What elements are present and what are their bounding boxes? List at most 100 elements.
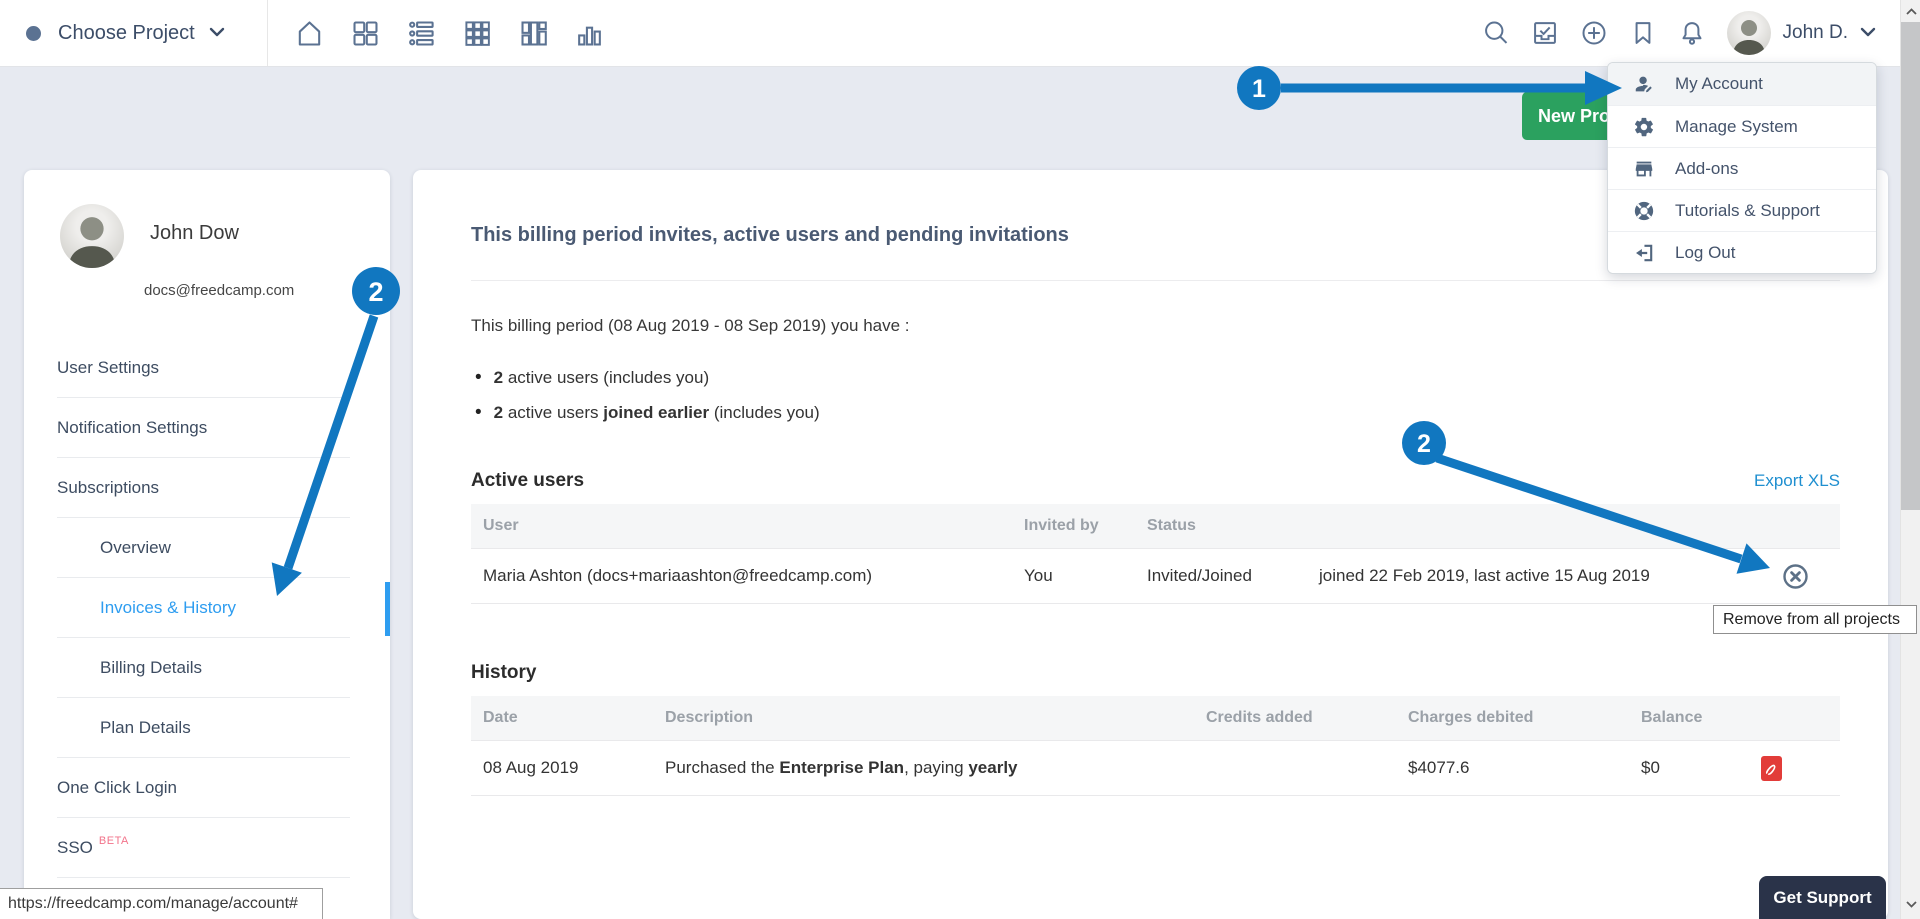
widget-board-icon[interactable] <box>518 18 549 49</box>
activity-cell: joined 22 Feb 2019, last active 15 Aug 2… <box>1319 566 1782 586</box>
column-header-charges: Charges debited <box>1408 709 1641 727</box>
active-users-table: User Invited by Status Maria Ashton (doc… <box>471 504 1840 604</box>
store-icon <box>1633 158 1655 180</box>
column-header-date: Date <box>471 709 665 727</box>
sidebar-item-notification-settings[interactable]: Notification Settings <box>24 398 390 458</box>
column-header-invited-by: Invited by <box>1024 517 1147 535</box>
account-sidebar: John Dow docs@freedcamp.com User Setting… <box>24 170 390 919</box>
project-status-dot-icon <box>26 26 41 41</box>
column-header-status: Status <box>1147 517 1319 535</box>
sidebar-item-invoices-history[interactable]: Invoices & History <box>24 578 390 638</box>
beta-badge: BETA <box>99 835 129 847</box>
bullet-joined-earlier: 2 active users joined earlier (includes … <box>475 395 1840 430</box>
bookmarks-icon[interactable] <box>1629 19 1657 47</box>
user-avatar[interactable] <box>1727 11 1771 55</box>
menu-item-my-account[interactable]: My Account <box>1608 63 1876 105</box>
sidebar-item-label: Notification Settings <box>57 418 207 438</box>
freedcamp-account-page: Choose Project <box>0 0 1920 919</box>
menu-item-add-ons[interactable]: Add-ons <box>1608 147 1876 189</box>
charges-cell: $4077.6 <box>1408 758 1641 778</box>
menu-item-label: Tutorials & Support <box>1675 201 1820 221</box>
sidebar-item-one-click-login[interactable]: One Click Login <box>24 758 390 818</box>
status-cell: Invited/Joined <box>1147 566 1319 586</box>
sidebar-item-label: Subscriptions <box>57 478 159 498</box>
menu-item-label: Log Out <box>1675 243 1736 263</box>
apps-grid-icon[interactable] <box>462 18 493 49</box>
menu-item-manage-system[interactable]: Manage System <box>1608 105 1876 147</box>
column-header-balance: Balance <box>1641 709 1751 727</box>
invited-by-cell: You <box>1024 566 1147 586</box>
chevron-down-icon[interactable] <box>209 24 225 42</box>
description-cell: Purchased the Enterprise Plan, paying ye… <box>665 758 1206 778</box>
bullet-active-users: 2 active users (includes you) <box>475 360 1840 395</box>
logout-icon <box>1633 242 1655 264</box>
column-header-user: User <box>471 517 1024 535</box>
chevron-down-icon[interactable] <box>1860 24 1876 42</box>
table-row: Maria Ashton (docs+mariaashton@freedcamp… <box>471 549 1840 604</box>
sidebar-item-label: Billing Details <box>100 658 202 678</box>
tasks-list-icon[interactable] <box>406 18 437 49</box>
date-cell: 08 Aug 2019 <box>471 758 665 778</box>
page-scrollbar[interactable] <box>1900 0 1920 919</box>
menu-item-tutorials-support[interactable]: Tutorials & Support <box>1608 189 1876 231</box>
sidebar-item-billing-details[interactable]: Billing Details <box>24 638 390 698</box>
sidebar-item-user-settings[interactable]: User Settings <box>24 338 390 398</box>
scrollbar-thumb[interactable] <box>1901 22 1920 510</box>
profile-avatar <box>60 204 124 268</box>
get-support-button[interactable]: Get Support <box>1759 876 1886 919</box>
remove-user-button[interactable] <box>1782 563 1840 590</box>
menu-item-log-out[interactable]: Log Out <box>1608 231 1876 273</box>
sidebar-item-label: SSO <box>57 838 93 858</box>
sidebar-item-subscriptions[interactable]: Subscriptions <box>24 458 390 518</box>
sidebar-item-label: Plan Details <box>100 718 191 738</box>
status-bar-url: https://freedcamp.com/manage/account# <box>0 888 323 919</box>
annotation-badge-1 <box>1237 66 1281 110</box>
user-cell: Maria Ashton (docs+mariaashton@freedcamp… <box>471 566 1024 586</box>
active-item-indicator <box>385 582 390 636</box>
billing-bullets: 2 active users (includes you) 2 active u… <box>475 360 1840 430</box>
user-name-label[interactable]: John D. <box>1783 22 1848 44</box>
menu-item-label: Add-ons <box>1675 159 1738 179</box>
balance-cell: $0 <box>1641 758 1751 778</box>
export-xls-link[interactable]: Export XLS <box>1754 471 1840 491</box>
remove-tooltip: Remove from all projects <box>1713 605 1917 634</box>
reports-chart-icon[interactable] <box>574 18 605 49</box>
user-dropdown-menu: My Account Manage System Add-ons Tutoria… <box>1607 62 1877 274</box>
history-table: Date Description Credits added Charges d… <box>471 696 1840 796</box>
sidebar-item-sso[interactable]: SSO BETA <box>24 818 390 878</box>
notifications-bell-icon[interactable] <box>1678 19 1706 47</box>
scroll-down-arrow-icon[interactable] <box>1901 895 1920 913</box>
menu-item-label: Manage System <box>1675 117 1798 137</box>
search-icon[interactable] <box>1482 19 1510 47</box>
column-header-credits: Credits added <box>1206 709 1408 727</box>
sidebar-item-plan-details[interactable]: Plan Details <box>24 698 390 758</box>
column-header-description: Description <box>665 709 1206 727</box>
top-bar: Choose Project <box>0 0 1920 67</box>
topbar-divider <box>267 0 268 66</box>
dashboard-grid-icon[interactable] <box>350 18 381 49</box>
download-pdf-button[interactable] <box>1751 756 1840 781</box>
sidebar-item-label: Invoices & History <box>100 598 236 618</box>
user-edit-icon <box>1633 73 1655 95</box>
billing-content-card: This billing period invites, active user… <box>413 170 1888 919</box>
home-icon[interactable] <box>294 18 325 49</box>
sidebar-item-label: One Click Login <box>57 778 177 798</box>
profile-email: docs@freedcamp.com <box>144 282 294 299</box>
title-divider <box>471 280 1840 281</box>
profile-block: John Dow docs@freedcamp.com <box>24 170 390 338</box>
scroll-up-arrow-icon[interactable] <box>1901 2 1920 20</box>
billing-period-line: This billing period (08 Aug 2019 - 08 Se… <box>471 316 1840 336</box>
sidebar-item-label: Overview <box>100 538 171 558</box>
menu-item-label: My Account <box>1675 74 1763 94</box>
quick-add-icon[interactable] <box>1580 19 1608 47</box>
active-users-heading: Active users <box>471 470 584 492</box>
profile-name: John Dow <box>150 222 239 245</box>
sidebar-item-label: User Settings <box>57 358 159 378</box>
user-menu-trigger[interactable]: John D. <box>1727 11 1876 55</box>
table-row: 08 Aug 2019 Purchased the Enterprise Pla… <box>471 741 1840 796</box>
help-buoy-icon <box>1633 200 1655 222</box>
project-selector[interactable]: Choose Project <box>58 22 195 45</box>
my-tasks-icon[interactable] <box>1531 19 1559 47</box>
sidebar-item-overview[interactable]: Overview <box>24 518 390 578</box>
annotation-badge-1-number: 1 <box>1252 75 1266 103</box>
